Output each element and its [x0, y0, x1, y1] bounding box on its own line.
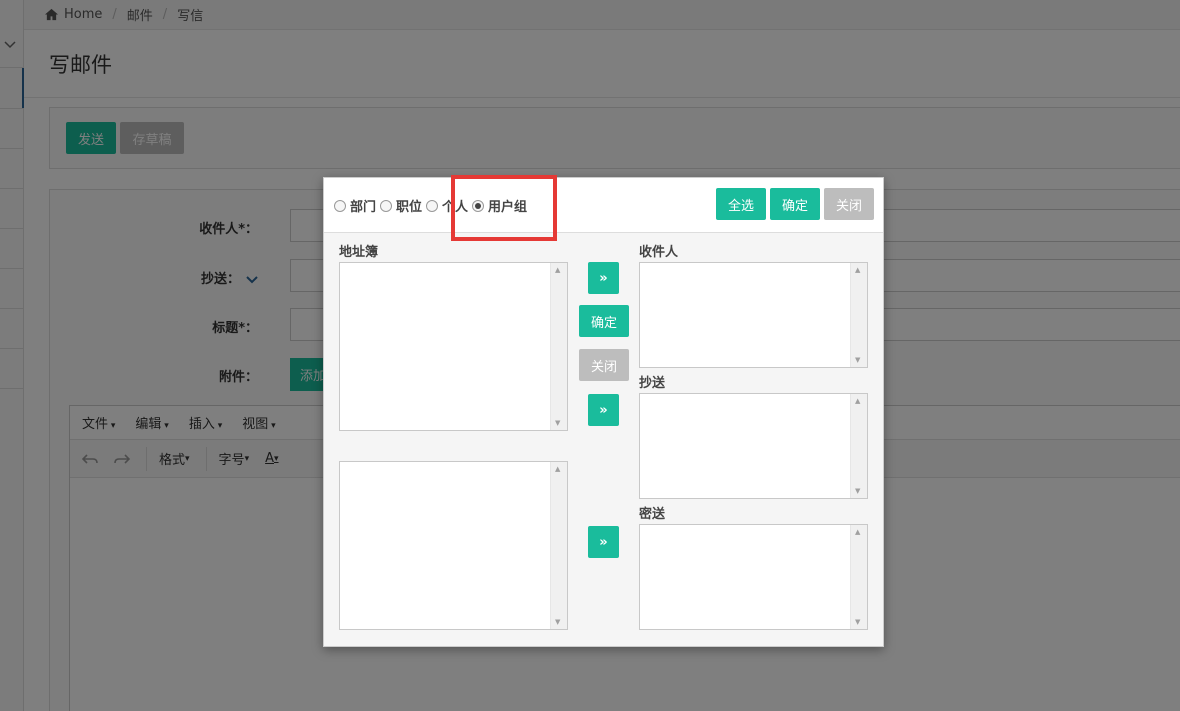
- address-book-sub-list[interactable]: [339, 461, 568, 630]
- address-book-label: 地址簿: [339, 245, 379, 260]
- bcc-list-label: 密送: [639, 507, 666, 522]
- radio-position[interactable]: 职位: [380, 196, 422, 215]
- bcc-list[interactable]: [639, 524, 868, 630]
- close-button[interactable]: 关闭: [824, 188, 874, 220]
- contact-type-radio-group: 部门 职位 个人 用户组: [334, 196, 531, 215]
- cc-list[interactable]: [639, 393, 868, 499]
- radio-user-group[interactable]: 用户组: [472, 196, 527, 215]
- add-to-bcc-button[interactable]: »: [588, 526, 619, 558]
- select-all-button[interactable]: 全选: [716, 188, 766, 220]
- recipient-list[interactable]: [639, 262, 868, 368]
- radio-person[interactable]: 个人: [426, 196, 468, 215]
- add-to-cc-button[interactable]: »: [588, 394, 619, 426]
- middle-close-button[interactable]: 关闭: [579, 349, 629, 381]
- confirm-button[interactable]: 确定: [770, 188, 820, 220]
- add-to-recipient-button[interactable]: »: [588, 262, 619, 294]
- radio-department[interactable]: 部门: [334, 196, 376, 215]
- dialog-header: 部门 职位 个人 用户组 全选 确定 关闭: [324, 175, 883, 241]
- contact-picker-dialog: 部门 职位 个人 用户组 全选 确定 关闭 地址簿 » 确定 关闭 » » 收件…: [323, 175, 884, 647]
- cc-list-label: 抄送: [639, 376, 666, 391]
- recipient-list-label: 收件人: [639, 245, 679, 260]
- middle-confirm-button[interactable]: 确定: [579, 305, 629, 337]
- address-book-list[interactable]: [339, 262, 568, 431]
